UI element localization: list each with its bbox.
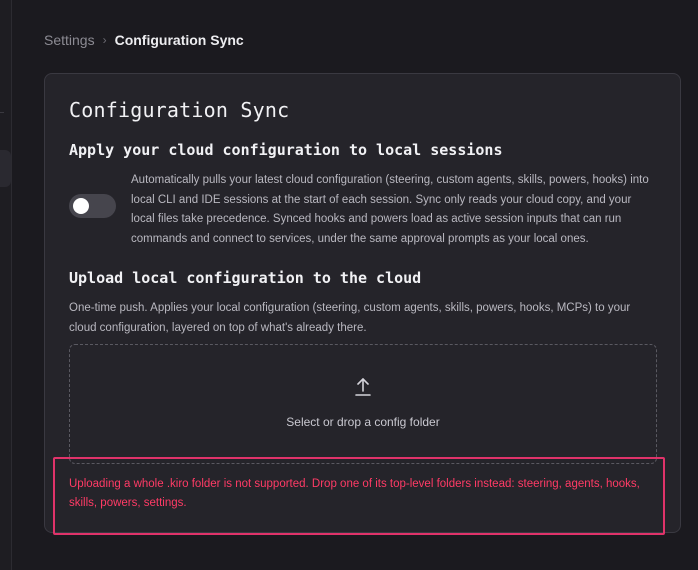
cloud-sync-toggle[interactable]	[69, 194, 116, 218]
breadcrumb: Settings › Configuration Sync	[44, 31, 244, 49]
chevron-right-icon: ›	[102, 33, 107, 47]
config-folder-dropzone[interactable]: Select or drop a config folder	[69, 344, 657, 464]
dropzone-label: Select or drop a config folder	[286, 415, 440, 429]
toggle-knob	[73, 198, 89, 214]
error-message-box: Uploading a whole .kiro folder is not su…	[53, 457, 665, 535]
app: Settings › Configuration Sync Configurat…	[0, 0, 698, 570]
sync-section-title: Apply your cloud configuration to local …	[69, 141, 503, 159]
sidebar-divider	[0, 112, 4, 113]
upload-icon	[355, 378, 371, 396]
breadcrumb-current: Configuration Sync	[114, 32, 244, 48]
error-message: Uploading a whole .kiro folder is not su…	[69, 478, 640, 509]
sidebar-item-active[interactable]	[0, 150, 11, 187]
configuration-sync-card: Configuration Sync Apply your cloud conf…	[44, 73, 681, 535]
sync-description: Automatically pulls your latest cloud co…	[131, 174, 649, 245]
breadcrumb-settings-link[interactable]: Settings	[44, 32, 95, 48]
sidebar	[0, 0, 12, 570]
upload-section-title: Upload local configuration to the cloud	[69, 269, 422, 287]
page-title: Configuration Sync	[69, 98, 290, 122]
upload-description: One-time push. Applies your local config…	[69, 302, 631, 334]
